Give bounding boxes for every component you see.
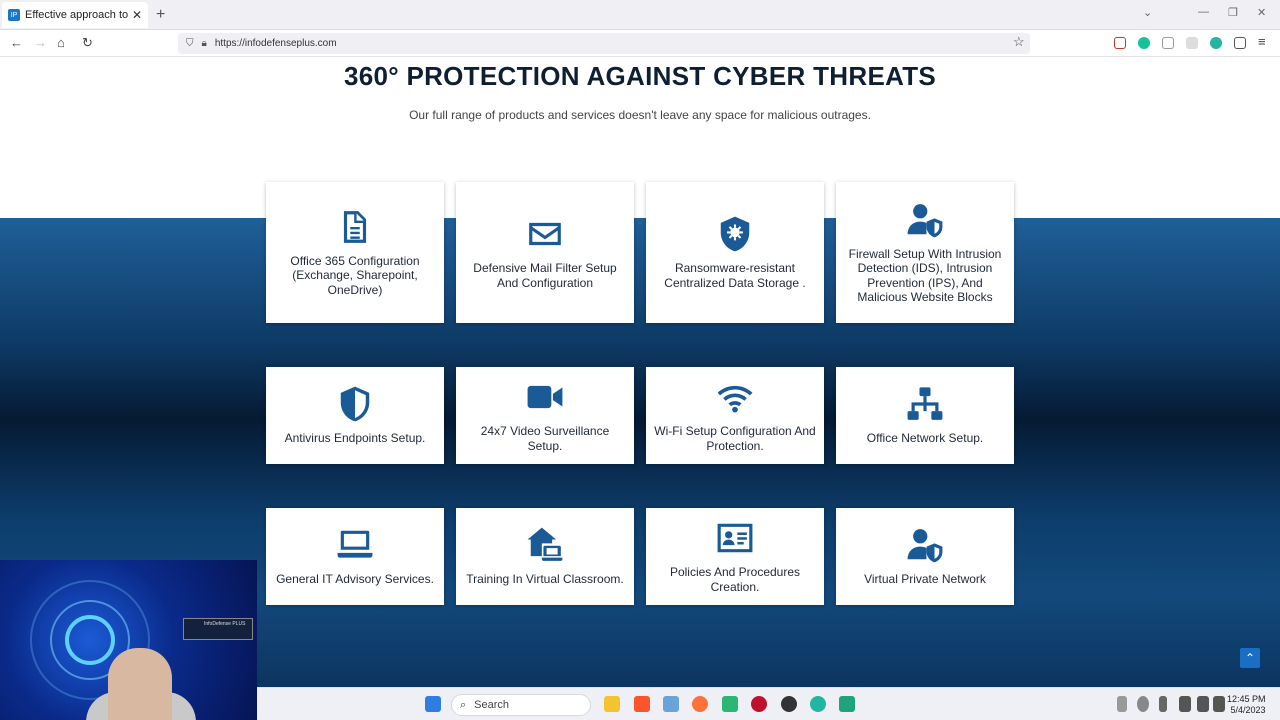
service-card-virtual-classroom[interactable]: Training In Virtual Classroom. bbox=[456, 508, 634, 605]
service-card-label: Office 365 Configuration (Exchange, Shar… bbox=[290, 253, 420, 297]
microphone-icon[interactable] bbox=[1159, 696, 1167, 712]
service-card-label: Defensive Mail Filter Setup And Configur… bbox=[473, 261, 617, 290]
notepad-icon[interactable] bbox=[839, 696, 855, 712]
service-card-office365[interactable]: Office 365 Configuration (Exchange, Shar… bbox=[266, 182, 444, 323]
pocket-icon[interactable] bbox=[1114, 37, 1126, 49]
menu-icon[interactable]: ≡ bbox=[1258, 34, 1266, 49]
extension-s-icon[interactable] bbox=[1162, 37, 1174, 49]
scroll-to-top-button[interactable]: ⌃ bbox=[1240, 648, 1260, 668]
service-card-antivirus[interactable]: Antivirus Endpoints Setup. bbox=[266, 367, 444, 464]
taskbar-search[interactable]: ⌕ Search bbox=[451, 694, 591, 716]
page-subtitle: Our full range of products and services … bbox=[409, 108, 871, 122]
shield-icon bbox=[340, 386, 370, 422]
browser-nav-bar: ← → ⌂ ↻ ⛉ 🔒︎ https://infodefenseplus.com… bbox=[0, 30, 1280, 57]
user-shield-icon bbox=[907, 203, 943, 237]
service-card-ransomware-storage[interactable]: Ransomware-resistant Centralized Data St… bbox=[646, 182, 824, 323]
favicon-icon: IP bbox=[8, 9, 20, 21]
presenter bbox=[108, 648, 172, 720]
network-icon bbox=[907, 387, 943, 421]
windows-start-icon[interactable] bbox=[425, 696, 441, 712]
service-card-office-network[interactable]: Office Network Setup. bbox=[836, 367, 1014, 464]
new-tab-button[interactable]: + bbox=[156, 6, 165, 24]
clock-date: 5/4/2023 bbox=[1230, 705, 1266, 715]
close-window-button[interactable]: ✕ bbox=[1257, 6, 1266, 19]
video-camera-icon bbox=[527, 385, 563, 409]
restore-button[interactable]: ❐ bbox=[1228, 6, 1238, 19]
list-all-tabs-icon[interactable]: ⌄ bbox=[1143, 6, 1152, 19]
id-card-icon bbox=[717, 523, 753, 553]
user-shield-icon bbox=[907, 529, 943, 563]
firefox-icon[interactable] bbox=[692, 696, 708, 712]
app-icon[interactable] bbox=[722, 696, 738, 712]
envelope-icon bbox=[529, 222, 561, 246]
volume-icon[interactable] bbox=[1197, 696, 1209, 712]
service-card-label: Firewall Setup With Intrusion Detection … bbox=[848, 246, 1002, 305]
forward-button[interactable]: → bbox=[34, 35, 47, 50]
service-card-label: Virtual Private Network bbox=[864, 572, 986, 587]
url-text[interactable]: https://infodefenseplus.com bbox=[215, 38, 337, 49]
extension-box-icon[interactable] bbox=[1186, 37, 1198, 49]
wifi-icon bbox=[717, 385, 753, 413]
service-card-video-surveillance[interactable]: 24x7 Video Surveillance Setup. bbox=[456, 367, 634, 464]
service-card-vpn[interactable]: Virtual Private Network bbox=[836, 508, 1014, 605]
service-card-wifi[interactable]: Wi-Fi Setup Configuration And Protection… bbox=[646, 367, 824, 464]
grammarly-icon[interactable] bbox=[1138, 37, 1150, 49]
service-card-label: Wi-Fi Setup Configuration And Protection… bbox=[654, 424, 816, 453]
search-icon: ⌕ bbox=[460, 698, 467, 711]
system-clock[interactable]: 12:45 PM 5/4/2023 bbox=[1227, 694, 1266, 716]
browser-tab-bar: IP Effective approach to your cybe ✕ + ⌄… bbox=[0, 0, 1280, 30]
reload-button[interactable]: ↻ bbox=[82, 35, 93, 51]
minimize-button[interactable]: — bbox=[1198, 6, 1209, 18]
shield-virus-icon bbox=[720, 216, 750, 252]
battery-icon[interactable] bbox=[1213, 696, 1225, 712]
file-explorer-icon[interactable] bbox=[604, 696, 620, 712]
back-button[interactable]: ← bbox=[10, 35, 23, 50]
service-card-firewall[interactable]: Firewall Setup With Intrusion Detection … bbox=[836, 182, 1014, 323]
company-logo: InfoDefense PLUS bbox=[183, 618, 253, 640]
clock-time: 12:45 PM bbox=[1227, 694, 1266, 704]
service-card-policies[interactable]: Policies And Procedures Creation. bbox=[646, 508, 824, 605]
house-laptop-icon bbox=[527, 527, 563, 562]
webcam-overlay: InfoDefense PLUS bbox=[0, 560, 257, 720]
cherry-app-icon[interactable] bbox=[751, 696, 767, 712]
document-icon bbox=[343, 210, 367, 243]
service-card-label: Policies And Procedures Creation. bbox=[669, 565, 801, 594]
lock-icon[interactable]: 🔒︎ bbox=[202, 38, 207, 49]
service-card-label: Office Network Setup. bbox=[866, 431, 984, 446]
laptop-icon bbox=[337, 531, 373, 558]
wifi-status-icon[interactable] bbox=[1179, 696, 1191, 712]
service-card-label: Ransomware-resistant Centralized Data St… bbox=[664, 261, 806, 290]
address-bar[interactable]: ⛉ 🔒︎ https://infodefenseplus.com bbox=[178, 33, 1030, 54]
search-placeholder: Search bbox=[474, 699, 510, 711]
page-title: 360° PROTECTION AGAINST CYBER THREATS bbox=[343, 61, 937, 91]
obs-icon[interactable] bbox=[781, 696, 797, 712]
brave-icon[interactable] bbox=[634, 696, 650, 712]
bookmark-star-icon[interactable]: ☆ bbox=[1013, 34, 1025, 50]
service-card-label: General IT Advisory Services. bbox=[276, 572, 434, 587]
shield-icon[interactable]: ⛉ bbox=[186, 38, 194, 49]
tab-close-icon[interactable]: ✕ bbox=[132, 8, 142, 22]
service-card-it-advisory[interactable]: General IT Advisory Services. bbox=[266, 508, 444, 605]
arc-app-icon[interactable] bbox=[810, 696, 826, 712]
service-card-label: Training In Virtual Classroom. bbox=[466, 572, 624, 587]
refresh-cycle-icon bbox=[65, 615, 115, 665]
service-card-label: 24x7 Video Surveillance Setup. bbox=[480, 424, 610, 453]
extension-arc-icon[interactable] bbox=[1210, 37, 1222, 49]
extensions-puzzle-icon[interactable] bbox=[1234, 37, 1246, 49]
service-card-mail-filter[interactable]: Defensive Mail Filter Setup And Configur… bbox=[456, 182, 634, 323]
windows-taskbar: ⌕ Search 12:45 PM 5/4/2023 bbox=[257, 687, 1280, 720]
onedrive-icon[interactable] bbox=[1137, 696, 1149, 712]
tab-title: Effective approach to your cybe bbox=[25, 9, 128, 21]
photos-icon[interactable] bbox=[663, 696, 679, 712]
browser-tab[interactable]: IP Effective approach to your cybe ✕ bbox=[2, 2, 148, 28]
home-button[interactable]: ⌂ bbox=[57, 35, 65, 50]
tray-chevron-icon[interactable] bbox=[1117, 696, 1127, 712]
service-card-label: Antivirus Endpoints Setup. bbox=[284, 431, 426, 446]
